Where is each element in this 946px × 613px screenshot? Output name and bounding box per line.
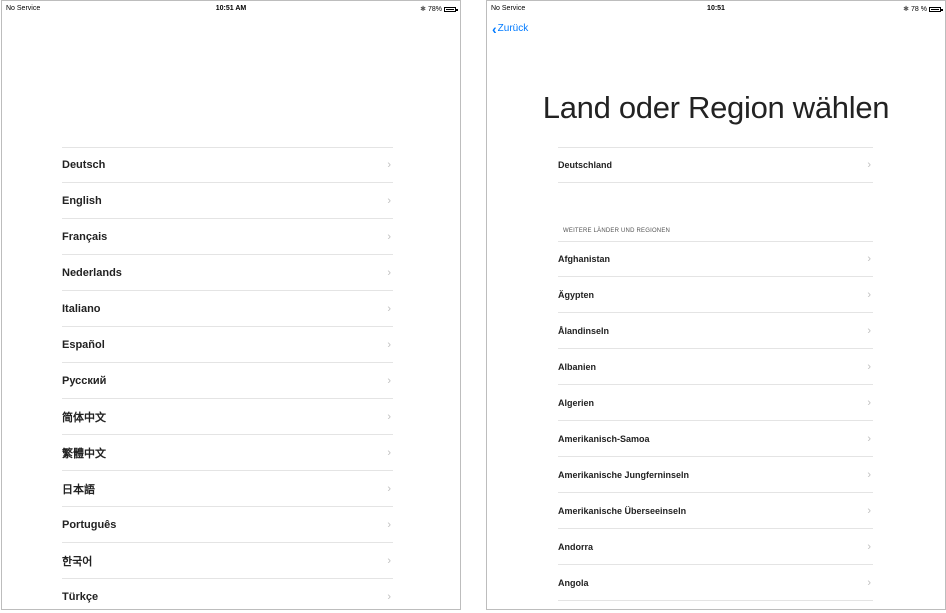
- list-item-label: Русский: [62, 374, 107, 387]
- chevron-right-icon: ›: [387, 554, 391, 567]
- list-item-label: Amerikanisch-Samoa: [558, 433, 650, 444]
- list-item-label: Amerikanische Überseeinseln: [558, 505, 687, 516]
- list-item-label: Albanien: [558, 361, 597, 372]
- list-item[interactable]: 简体中文 ›: [62, 399, 393, 435]
- chevron-right-icon: ›: [387, 194, 391, 207]
- list-item-label: Ålandinseln: [558, 325, 610, 336]
- list-item-label: 日本語: [62, 483, 95, 496]
- chevron-right-icon: ›: [867, 468, 871, 481]
- list-item-label: 简体中文: [62, 411, 106, 424]
- battery-icon: [929, 6, 943, 12]
- list-item-label: Angola: [558, 577, 589, 588]
- back-button[interactable]: ‹ Zurück: [492, 20, 529, 37]
- clock: 10:51 AM: [215, 5, 247, 12]
- region-selection-screen: No Service 10:51 ✱ 78 % ‹ Zurück Land od…: [486, 0, 946, 610]
- battery-status: ✱ 78%: [420, 5, 458, 13]
- list-item[interactable]: 日本語 ›: [62, 471, 393, 507]
- chevron-right-icon: ›: [387, 158, 391, 171]
- clock: 10:51: [707, 5, 725, 12]
- list-item[interactable]: Andorra ›: [558, 529, 873, 565]
- chevron-right-icon: ›: [387, 338, 391, 351]
- battery-status: ✱ 78 %: [903, 5, 943, 13]
- list-item[interactable]: English ›: [62, 183, 393, 219]
- list-item[interactable]: Afghanistan ›: [558, 241, 873, 277]
- list-item[interactable]: Algerien ›: [558, 385, 873, 421]
- list-item[interactable]: Albanien ›: [558, 349, 873, 385]
- list-item-label: Deutschland: [558, 159, 613, 170]
- list-item[interactable]: Ålandinseln ›: [558, 313, 873, 349]
- status-bar: No Service 10:51 ✱ 78 %: [487, 1, 945, 15]
- chevron-right-icon: ›: [387, 266, 391, 279]
- chevron-right-icon: ›: [867, 324, 871, 337]
- chevron-right-icon: ›: [387, 230, 391, 243]
- chevron-right-icon: ›: [387, 590, 391, 603]
- language-selection-screen: No Service 10:51 AM ✱ 78% Deutsch › Englis…: [1, 0, 461, 610]
- list-item-label: Amerikanische Jungferninseln: [558, 469, 690, 480]
- list-item-deutschland[interactable]: Deutschland ›: [558, 147, 873, 183]
- bluetooth-icon: ✱: [903, 6, 910, 13]
- list-item-label: 繁體中文: [62, 447, 106, 460]
- list-item[interactable]: Ägypten ›: [558, 277, 873, 313]
- chevron-right-icon: ›: [867, 158, 871, 171]
- list-item-label: 한국어: [62, 555, 93, 568]
- battery-percent: 78 %: [911, 5, 927, 13]
- chevron-right-icon: ›: [387, 410, 391, 423]
- chevron-right-icon: ›: [867, 432, 871, 445]
- back-button-label: Zurück: [497, 23, 529, 34]
- list-item-label: Andorra: [558, 541, 594, 552]
- list-item-label: Italiano: [62, 302, 101, 315]
- section-header: WEITERE LÄNDER UND REGIONEN: [563, 228, 671, 234]
- list-item[interactable]: Русский ›: [62, 363, 393, 399]
- list-item[interactable]: Angola ›: [558, 565, 873, 601]
- list-item-label: Français: [62, 230, 108, 243]
- page-title: Land oder Region wählen: [542, 90, 890, 125]
- chevron-right-icon: ›: [867, 396, 871, 409]
- chevron-right-icon: ›: [387, 518, 391, 531]
- list-item[interactable]: Español ›: [62, 327, 393, 363]
- list-item[interactable]: 繁體中文 ›: [62, 435, 393, 471]
- battery-icon: [444, 6, 458, 12]
- list-item[interactable]: Italiano ›: [62, 291, 393, 327]
- bluetooth-icon: ✱: [420, 6, 426, 13]
- list-item[interactable]: Português ›: [62, 507, 393, 543]
- chevron-right-icon: ›: [867, 504, 871, 517]
- list-item-label: Português: [62, 518, 117, 531]
- list-item[interactable]: Français ›: [62, 219, 393, 255]
- list-item[interactable]: Deutsch ›: [62, 147, 393, 183]
- list-item[interactable]: Amerikanisch-Samoa ›: [558, 421, 873, 457]
- status-bar: No Service 10:51 AM ✱ 78%: [2, 1, 460, 15]
- list-item[interactable]: Nederlands ›: [62, 255, 393, 291]
- list-item-label: Türkçe: [62, 590, 99, 603]
- chevron-right-icon: ›: [387, 482, 391, 495]
- list-item-label: Deutsch: [62, 158, 106, 171]
- chevron-right-icon: ›: [867, 252, 871, 265]
- list-item[interactable]: Amerikanische Jungferninseln ›: [558, 457, 873, 493]
- list-item-label: Algerien: [558, 397, 595, 408]
- list-item-label: English: [62, 194, 102, 207]
- list-item-label: Ägypten: [558, 289, 594, 300]
- list-item-label: Afghanistan: [558, 253, 611, 264]
- list-item[interactable]: Türkçe ›: [62, 579, 393, 609]
- chevron-right-icon: ›: [867, 288, 871, 301]
- list-item-label: Nederlands: [62, 266, 122, 279]
- chevron-right-icon: ›: [387, 446, 391, 459]
- list-item-label: Español: [62, 338, 105, 351]
- list-item[interactable]: 한국어 ›: [62, 543, 393, 579]
- back-chevron-icon: ‹: [492, 20, 497, 37]
- chevron-right-icon: ›: [867, 540, 871, 553]
- chevron-right-icon: ›: [387, 374, 391, 387]
- chevron-right-icon: ›: [867, 576, 871, 589]
- battery-percent: 78%: [427, 5, 442, 13]
- list-item[interactable]: Amerikanische Überseeinseln ›: [558, 493, 873, 529]
- chevron-right-icon: ›: [387, 302, 391, 315]
- chevron-right-icon: ›: [867, 360, 871, 373]
